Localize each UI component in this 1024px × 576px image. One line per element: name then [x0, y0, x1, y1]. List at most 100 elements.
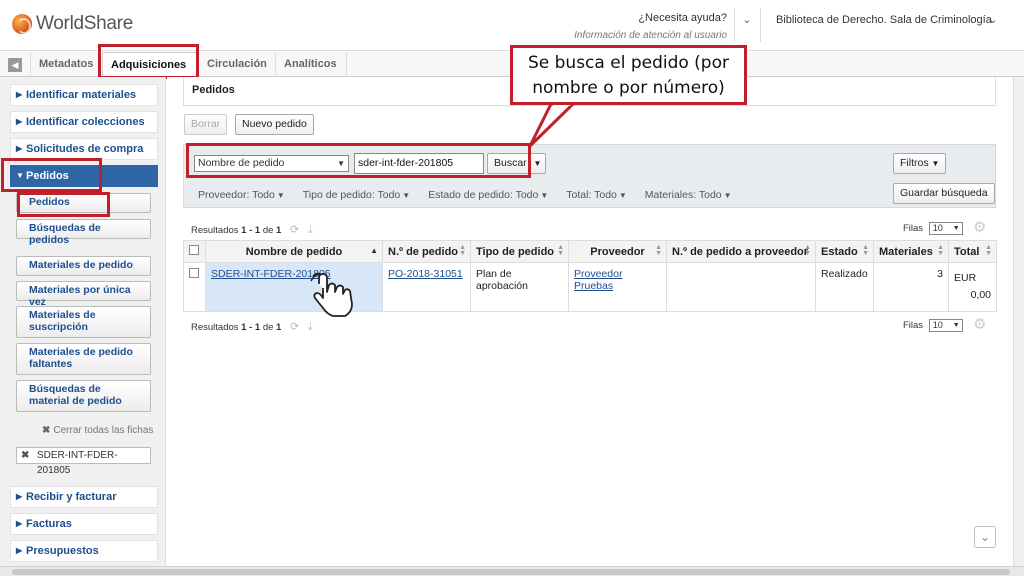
results-label: Resultados [191, 225, 239, 236]
search-button[interactable]: Buscar [487, 153, 534, 174]
filter-proveedor[interactable]: Proveedor: Todo ▼ [198, 189, 285, 201]
download-icon[interactable]: ⤓ [308, 224, 313, 237]
logo-text: WorldShare [36, 13, 133, 34]
collapse-sidebar-icon[interactable]: ◀ [8, 58, 22, 72]
dropdown-arrow-icon: ▼ [952, 322, 960, 329]
materiales-pedido-button[interactable]: Materiales de pedido [16, 256, 151, 276]
column-header[interactable]: Proveedor ▲ ▼ [568, 240, 667, 263]
scrollbar-thumb[interactable] [12, 569, 1010, 575]
search-input[interactable]: sder-int-fder-201805 [354, 153, 484, 174]
sidebar-item-pedidos[interactable]: ▼ Pedidos [10, 165, 158, 187]
rows-value: 10 [932, 320, 943, 330]
column-label: N.º de pedido a proveedor [672, 245, 809, 258]
order-name-link[interactable]: SDER-INT-FDER-201805 [211, 268, 331, 280]
refresh-icon[interactable]: ⟳ [290, 223, 299, 236]
filter-materiales[interactable]: Materiales: Todo ▼ [645, 189, 732, 201]
save-search-button[interactable]: Guardar búsqueda [893, 183, 995, 204]
filter-estado[interactable]: Estado de pedido: Todo ▼ [428, 189, 548, 201]
busquedas-pedidos-button[interactable]: Búsquedas de pedidos [16, 219, 151, 246]
search-options-dropdown[interactable]: ▼ [529, 153, 546, 174]
vendor-cell[interactable]: Proveedor Pruebas [568, 262, 667, 312]
gear-icon[interactable]: ⚙ [973, 315, 986, 333]
busquedas-material-button[interactable]: Búsquedas de material de pedido [16, 380, 151, 412]
rows-per-page-bottom: Filas 10 ▼ [903, 319, 963, 332]
sidebar-item-label: Identificar materiales [26, 89, 137, 101]
order-type-cell: Plan de aprobación [470, 262, 569, 312]
pedidos-button[interactable]: Pedidos [16, 193, 151, 213]
results-label: Resultados [191, 322, 239, 333]
vendor-order-number-cell [666, 262, 816, 312]
caret-right-icon: ▶ [16, 492, 23, 501]
caret-right-icon: ▶ [16, 519, 23, 528]
table-row[interactable]: SDER-INT-FDER-201805 PO-2018-31051 Plan … [183, 262, 997, 312]
results-total: 1 [276, 225, 282, 236]
sort-icon: ▲ ▼ [862, 244, 869, 257]
row-select-cell[interactable] [183, 262, 206, 312]
sidebar-item-identificar-materiales[interactable]: ▶ Identificar materiales [10, 84, 158, 106]
tab-analiticos[interactable]: Analíticos [275, 52, 347, 77]
sidebar-item-recibir[interactable]: ▶ Recibir y facturar [10, 486, 158, 508]
close-all-cards-link[interactable]: ✖ Cerrar todas las fichas [42, 425, 153, 436]
select-all-checkbox[interactable] [189, 245, 199, 255]
filter-label: Materiales: Todo [644, 189, 722, 201]
column-header[interactable]: Nombre de pedido ▲ [205, 240, 383, 263]
order-number-link[interactable]: PO-2018-31051 [388, 268, 463, 280]
rows-per-page: Filas 10 ▼ [903, 222, 963, 235]
vendor-link[interactable]: Proveedor Pruebas [574, 268, 622, 292]
filter-total[interactable]: Total: Todo ▼ [566, 189, 627, 201]
scroll-down-icon[interactable]: ⌄ [974, 526, 996, 548]
download-icon[interactable]: ⤓ [308, 321, 313, 334]
tab-circulacion[interactable]: Circulación [198, 52, 275, 77]
sidebar-item-solicitudes[interactable]: ▶ Solicitudes de compra [10, 138, 158, 160]
gear-icon[interactable]: ⚙ [973, 218, 986, 236]
results-count: Resultados 1 - 1 de 1 ⟳ ⤓ [191, 223, 313, 237]
library-name[interactable]: Biblioteca de Derecho. Sala de Criminolo… [776, 14, 992, 26]
horizontal-scrollbar[interactable] [0, 566, 1024, 576]
results-of: de [262, 322, 274, 333]
divider [760, 8, 761, 42]
filters-button[interactable]: Filtros ▼ [893, 153, 947, 174]
column-header[interactable]: Tipo de pedido ▲ ▼ [470, 240, 569, 263]
sidebar-item-identificar-colecciones[interactable]: ▶ Identificar colecciones [10, 111, 158, 133]
clear-button[interactable]: Borrar [184, 114, 228, 135]
rows-select[interactable]: 10 ▼ [928, 319, 963, 332]
open-card-tab[interactable]: ✖ SDER-INT-FDER-201805 [16, 447, 151, 476]
tab-metadatos[interactable]: Metadatos [30, 52, 102, 77]
help-block[interactable]: ¿Necesita ayuda? Información de atención… [560, 12, 727, 41]
materiales-suscripcion-button[interactable]: Materiales de suscripción [16, 306, 151, 338]
close-icon[interactable]: ✖ [21, 448, 29, 463]
column-header[interactable]: N.º de pedido ▲ ▼ [382, 240, 471, 263]
sort-icon: ▲ ▼ [804, 244, 811, 257]
column-header[interactable]: N.º de pedido a proveedor ▲ ▼ [666, 240, 816, 263]
column-header[interactable]: Total ▲ ▼ [948, 240, 997, 263]
sidebar-item-facturas[interactable]: ▶ Facturas [10, 513, 158, 535]
chevron-down-icon[interactable]: ⌄ [987, 14, 999, 26]
help-title[interactable]: ¿Necesita ayuda? [560, 12, 727, 24]
refresh-icon[interactable]: ⟳ [290, 320, 299, 333]
sidebar: ▶ Identificar materiales ▶ Identificar col… [0, 77, 166, 576]
worldshare-logo[interactable]: WorldShare [12, 13, 133, 35]
sidebar-item-presupuestos[interactable]: ▶ Presupuestos [10, 540, 158, 562]
search-field-select[interactable]: Nombre de pedido ▼ [194, 155, 349, 172]
materiales-unica-vez-button[interactable]: Materiales por única vez [16, 281, 151, 308]
help-subtitle[interactable]: Información de atención al usuario [560, 30, 727, 41]
new-order-button[interactable]: Nuevo pedido [235, 114, 314, 135]
currency: EUR [954, 272, 977, 284]
materiales-faltantes-button[interactable]: Materiales de pedido faltantes [16, 343, 151, 375]
sort-icon: ▲ ▼ [459, 244, 466, 257]
tab-adquisiciones[interactable]: Adquisiciones [102, 52, 198, 78]
callout-line: Se busca el pedido (por [527, 53, 729, 73]
rows-label: Filas [903, 320, 924, 332]
vertical-scrollbar[interactable] [1013, 77, 1024, 566]
column-header[interactable]: Estado ▲ ▼ [815, 240, 874, 263]
filter-tipo-pedido[interactable]: Tipo de pedido: Todo ▼ [303, 189, 410, 201]
select-all-header[interactable] [183, 240, 206, 263]
rows-select[interactable]: 10 ▼ [928, 222, 963, 235]
search-bar: Nombre de pedido ▼ sder-int-fder-201805 B… [183, 144, 996, 208]
order-name-cell[interactable]: SDER-INT-FDER-201805 [205, 262, 383, 312]
column-header[interactable]: Materiales ▲ ▼ [873, 240, 949, 263]
chevron-down-icon[interactable]: ⌄ [741, 14, 753, 26]
order-number-cell[interactable]: PO-2018-31051 [382, 262, 471, 312]
filter-row: Proveedor: Todo ▼ Tipo de pedido: Todo ▼ E… [198, 189, 732, 201]
row-checkbox[interactable] [189, 268, 199, 278]
